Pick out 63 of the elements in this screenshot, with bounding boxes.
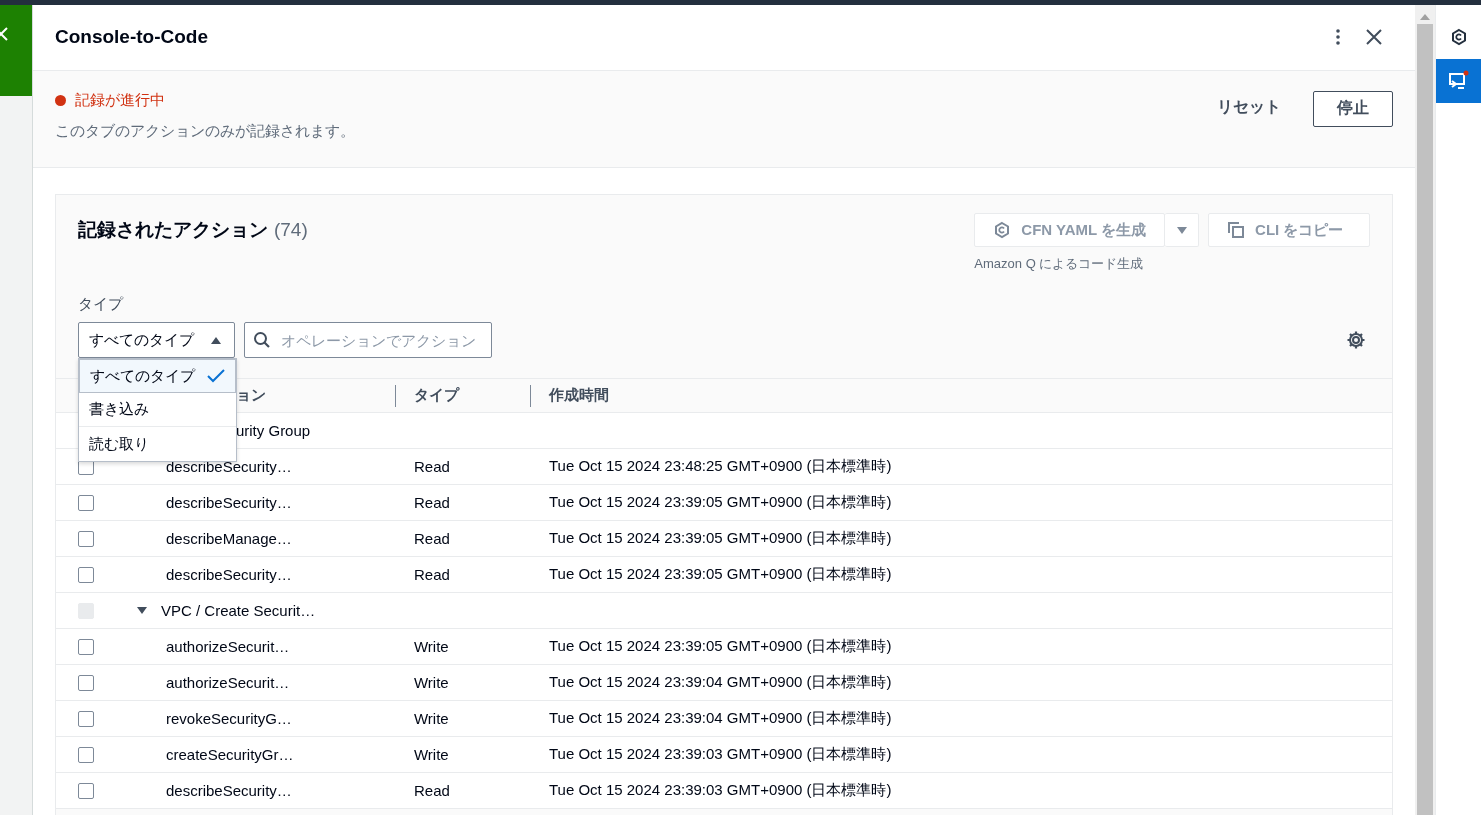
group-name: urity Group: [235, 422, 311, 439]
action-time: Tue Oct 15 2024 23:39:05 GMT+0900 (日本標準時): [548, 565, 892, 582]
dropdown-option[interactable]: すべてのタイプ: [78, 359, 236, 393]
action-name: describeSecurity…: [165, 494, 292, 511]
action-name: authorizeSecurit…: [165, 638, 290, 655]
action-time: Tue Oct 15 2024 23:39:03 GMT+0900 (日本標準時): [548, 745, 892, 762]
action-time: Tue Oct 15 2024 23:39:03 GMT+0900 (日本標準時): [548, 781, 892, 798]
action-type: Write: [413, 710, 449, 727]
action-time: Tue Oct 15 2024 23:48:25 GMT+0900 (日本標準時): [548, 457, 892, 474]
action-name: revokeSecurityG…: [165, 710, 292, 727]
action-name: authorizeSecurit…: [165, 674, 290, 691]
scroll-up-icon[interactable]: [1420, 13, 1431, 20]
action-name: describeSecurity…: [165, 782, 292, 799]
generate-menu-button[interactable]: [1165, 213, 1200, 247]
generate-note: Amazon Q によるコード生成: [974, 255, 1145, 273]
action-count: (74): [273, 219, 308, 241]
more-icon[interactable]: [1335, 28, 1342, 47]
console-code-icon: [1447, 70, 1470, 92]
action-name: describeManage…: [165, 530, 292, 547]
column-header: 作成時間: [548, 386, 609, 403]
settings-icon[interactable]: [1346, 330, 1367, 350]
action-type: Read: [413, 458, 450, 475]
action-name: createSecurityGr…: [165, 746, 294, 763]
action-name: describeSecurity…: [165, 458, 292, 475]
action-time: Tue Oct 15 2024 23:39:05 GMT+0900 (日本標準時): [548, 529, 892, 546]
action-time: Tue Oct 15 2024 23:39:04 GMT+0900 (日本標準時): [548, 673, 892, 690]
hexagon-icon: [1449, 28, 1468, 46]
recording-note: このタブのアクションのみが記録されます。: [54, 121, 355, 141]
filter-label: タイプ: [77, 295, 125, 314]
card-title: 記録されたアクション: [77, 218, 268, 242]
action-type: Write: [413, 746, 449, 763]
action-type: Read: [413, 494, 450, 511]
action-time: Tue Oct 15 2024 23:39:05 GMT+0900 (日本標準時): [548, 493, 892, 510]
action-name: describeSecurity…: [165, 566, 292, 583]
dropdown-option[interactable]: 読む取り: [78, 427, 236, 461]
dropdown-option[interactable]: 書き込み: [78, 393, 236, 427]
caret-icon: [209, 335, 222, 345]
action-type: Read: [413, 566, 450, 583]
close-icon[interactable]: [1365, 28, 1384, 47]
check-icon: [206, 369, 225, 383]
copy-icon: [1227, 221, 1246, 239]
search-icon: [252, 331, 271, 349]
panel-title: Console-to-Code: [54, 26, 208, 49]
type-select[interactable]: すべてのタイプ: [77, 322, 235, 358]
checkbox[interactable]: [77, 530, 94, 547]
checkbox[interactable]: [77, 566, 94, 583]
column-header: ョン: [235, 386, 266, 405]
group-name: VPC / Create Securit…: [160, 602, 316, 619]
action-time: Tue Oct 15 2024 23:39:04 GMT+0900 (日本標準時): [548, 709, 892, 726]
action-time: Tue Oct 15 2024 23:39:05 GMT+0900 (日本標準時): [548, 637, 892, 654]
recording-dot-icon: [54, 94, 66, 106]
checkbox[interactable]: [77, 494, 94, 511]
caret-icon: [1175, 225, 1188, 235]
action-type: Write: [413, 638, 449, 655]
hexagon-icon: [993, 221, 1012, 239]
reset-button[interactable]: リセット: [1215, 94, 1284, 120]
action-type: Read: [413, 782, 450, 799]
search-field[interactable]: オペレーションでアクション: [243, 322, 492, 358]
action-type: Read: [413, 530, 450, 547]
stop-button[interactable]: 停止: [1313, 90, 1394, 127]
column-header: タイプ: [413, 386, 459, 405]
action-type: Write: [413, 674, 449, 691]
recording-status: 記録が進行中: [74, 90, 165, 110]
